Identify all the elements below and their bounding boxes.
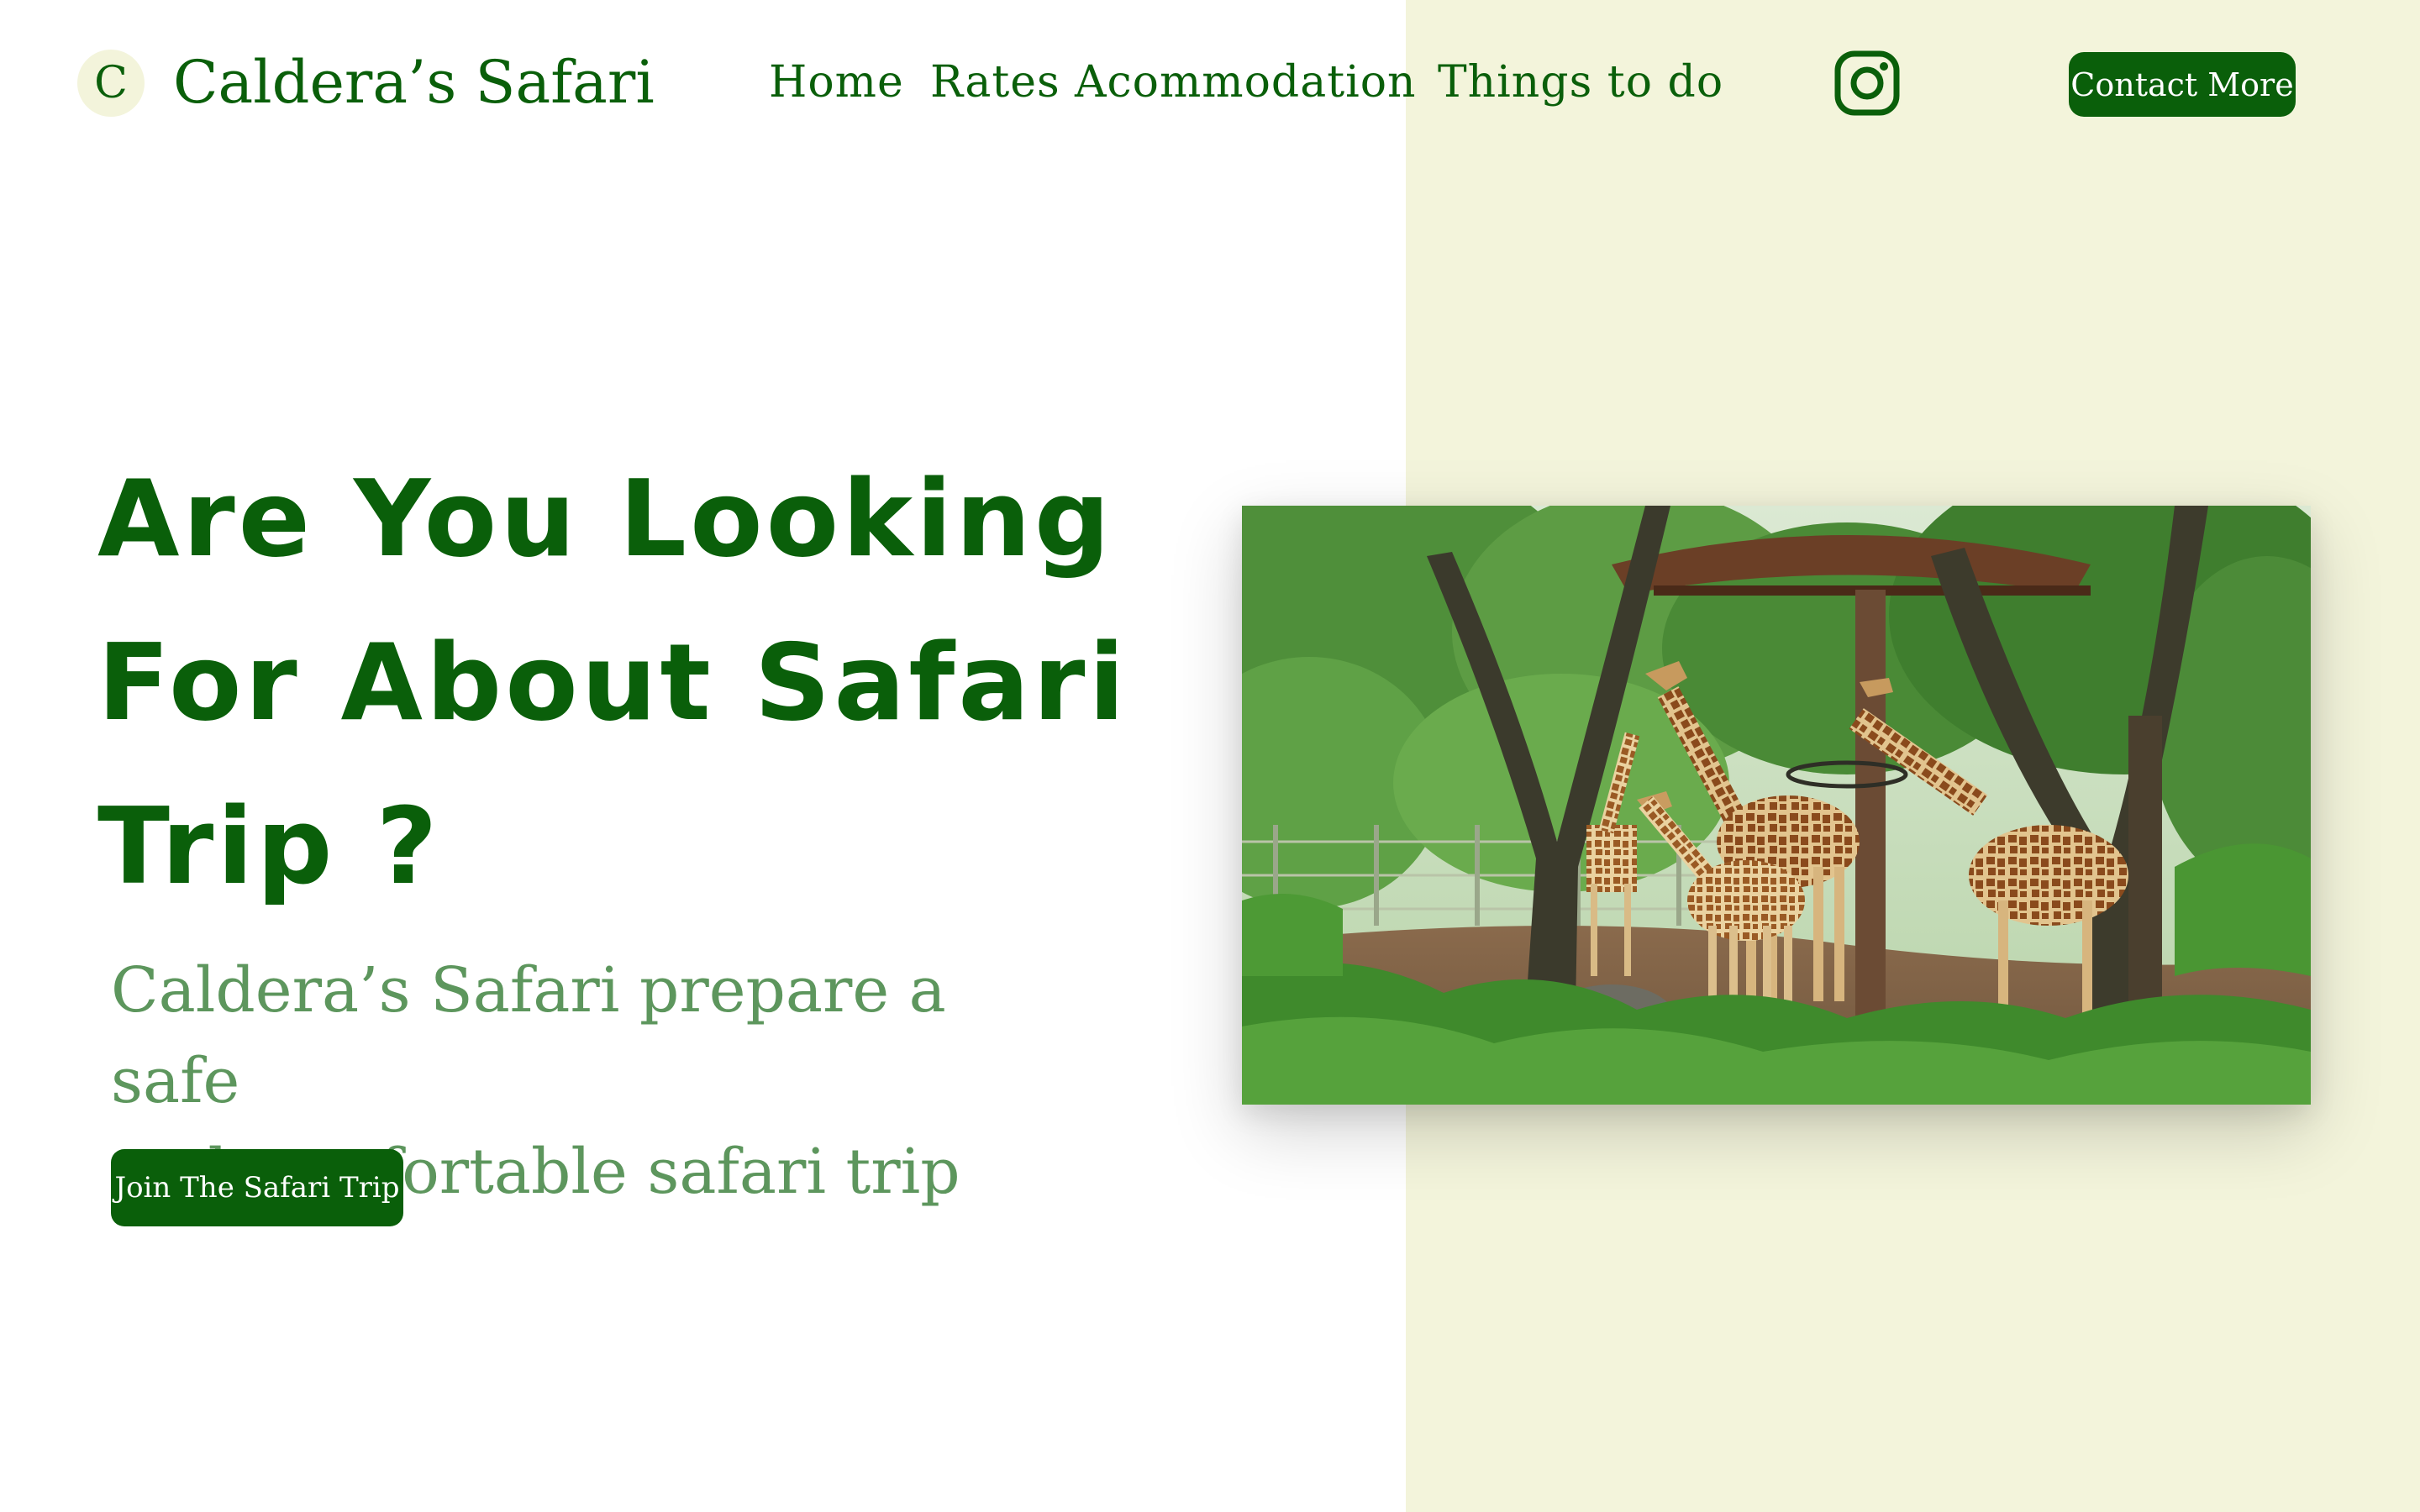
logo-badge[interactable]: C [77, 50, 145, 117]
logo-letter: C [94, 58, 128, 108]
nav-accommodation-link[interactable]: Acommodation [1075, 55, 1417, 109]
contact-more-button[interactable]: Contact More [2069, 52, 2296, 117]
instagram-icon[interactable] [1833, 50, 1901, 117]
join-safari-trip-button[interactable]: Join The Safari Trip [111, 1149, 403, 1226]
hero-title: Are You Looking For About Safari Trip ? [97, 437, 1207, 928]
hero-title-line: Are You Looking [97, 457, 1114, 580]
nav-things-to-do-link[interactable]: Things to do [1438, 55, 1723, 109]
giraffe-photo [1242, 506, 2311, 1105]
hero-title-line: For About Safari [97, 621, 1128, 744]
landing-page: C Caldera’s Safari Home Rates Acommodati… [0, 0, 2420, 1512]
brand-name[interactable]: Caldera’s Safari [173, 47, 655, 118]
hero-subtitle-line: Caldera’s Safari prepare a safe [111, 954, 946, 1117]
nav-rates-link[interactable]: Rates [930, 55, 1060, 109]
hero-title-line: Trip ? [97, 785, 441, 908]
nav-home-link[interactable]: Home [769, 55, 904, 109]
